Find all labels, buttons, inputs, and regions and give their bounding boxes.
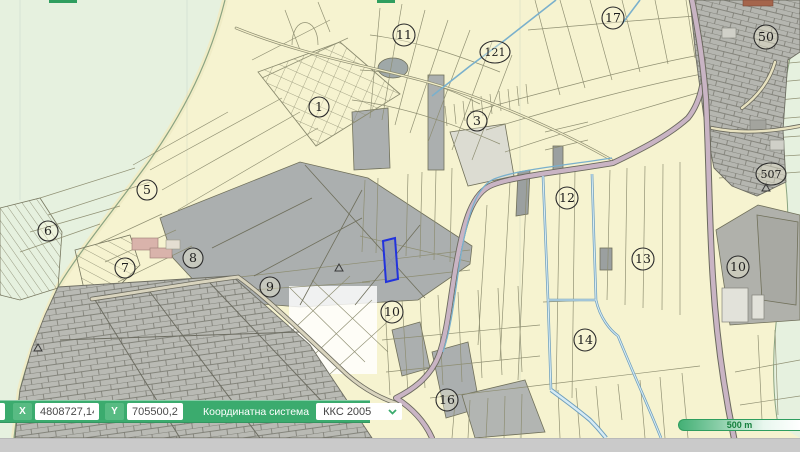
map-marker-label: 5 (143, 182, 151, 197)
y-coordinate-input[interactable] (127, 403, 183, 420)
map-marker-label: 14 (577, 332, 593, 347)
top-ui-fragment (49, 0, 77, 3)
coord-system-label: Координатна система (203, 406, 309, 418)
map-marker-label: 13 (635, 251, 651, 266)
top-ui-fragment (377, 0, 395, 3)
coordinate-toolbar: X Y Координатна система ККС 2005 (0, 400, 370, 423)
map-marker-label: 121 (485, 46, 506, 59)
scalebar-label: 500 m (727, 421, 753, 430)
chevron-down-icon (388, 409, 397, 415)
highlighted-parcel[interactable] (383, 238, 398, 282)
map-marker-label: 12 (559, 190, 575, 205)
map-marker-label: 8 (189, 250, 197, 265)
map-marker-label: 16 (439, 392, 455, 407)
map-marker-label: 6 (44, 223, 52, 238)
map-marker-label: 50 (758, 29, 774, 44)
coord-system-dropdown[interactable]: ККС 2005 (316, 403, 402, 420)
map-marker-label: 11 (396, 27, 412, 42)
y-label-badge: Y (105, 403, 124, 420)
coord-system-value: ККС 2005 (323, 406, 371, 418)
x-label-badge: X (13, 403, 32, 420)
map-scalebar: 500 m (678, 419, 800, 431)
x-coordinate-input[interactable] (35, 403, 99, 420)
toolbar-input-stub (0, 403, 5, 420)
bottom-strip (0, 438, 800, 452)
map-marker-label: 1 (315, 99, 323, 114)
map-canvas[interactable]: 1112117501356789101213141650710 (0, 0, 800, 438)
cadastre-map-app: 1112117501356789101213141650710 X Y Коор… (0, 0, 800, 452)
map-marker-label: 9 (266, 279, 274, 294)
map-marker-label: 10 (730, 259, 746, 274)
map-marker-label: 17 (605, 10, 621, 25)
map-marker-label: 507 (761, 168, 782, 181)
map-marker-label: 3 (473, 113, 481, 128)
map-marker-label: 10 (384, 304, 400, 319)
map-marker-label: 7 (121, 260, 129, 275)
